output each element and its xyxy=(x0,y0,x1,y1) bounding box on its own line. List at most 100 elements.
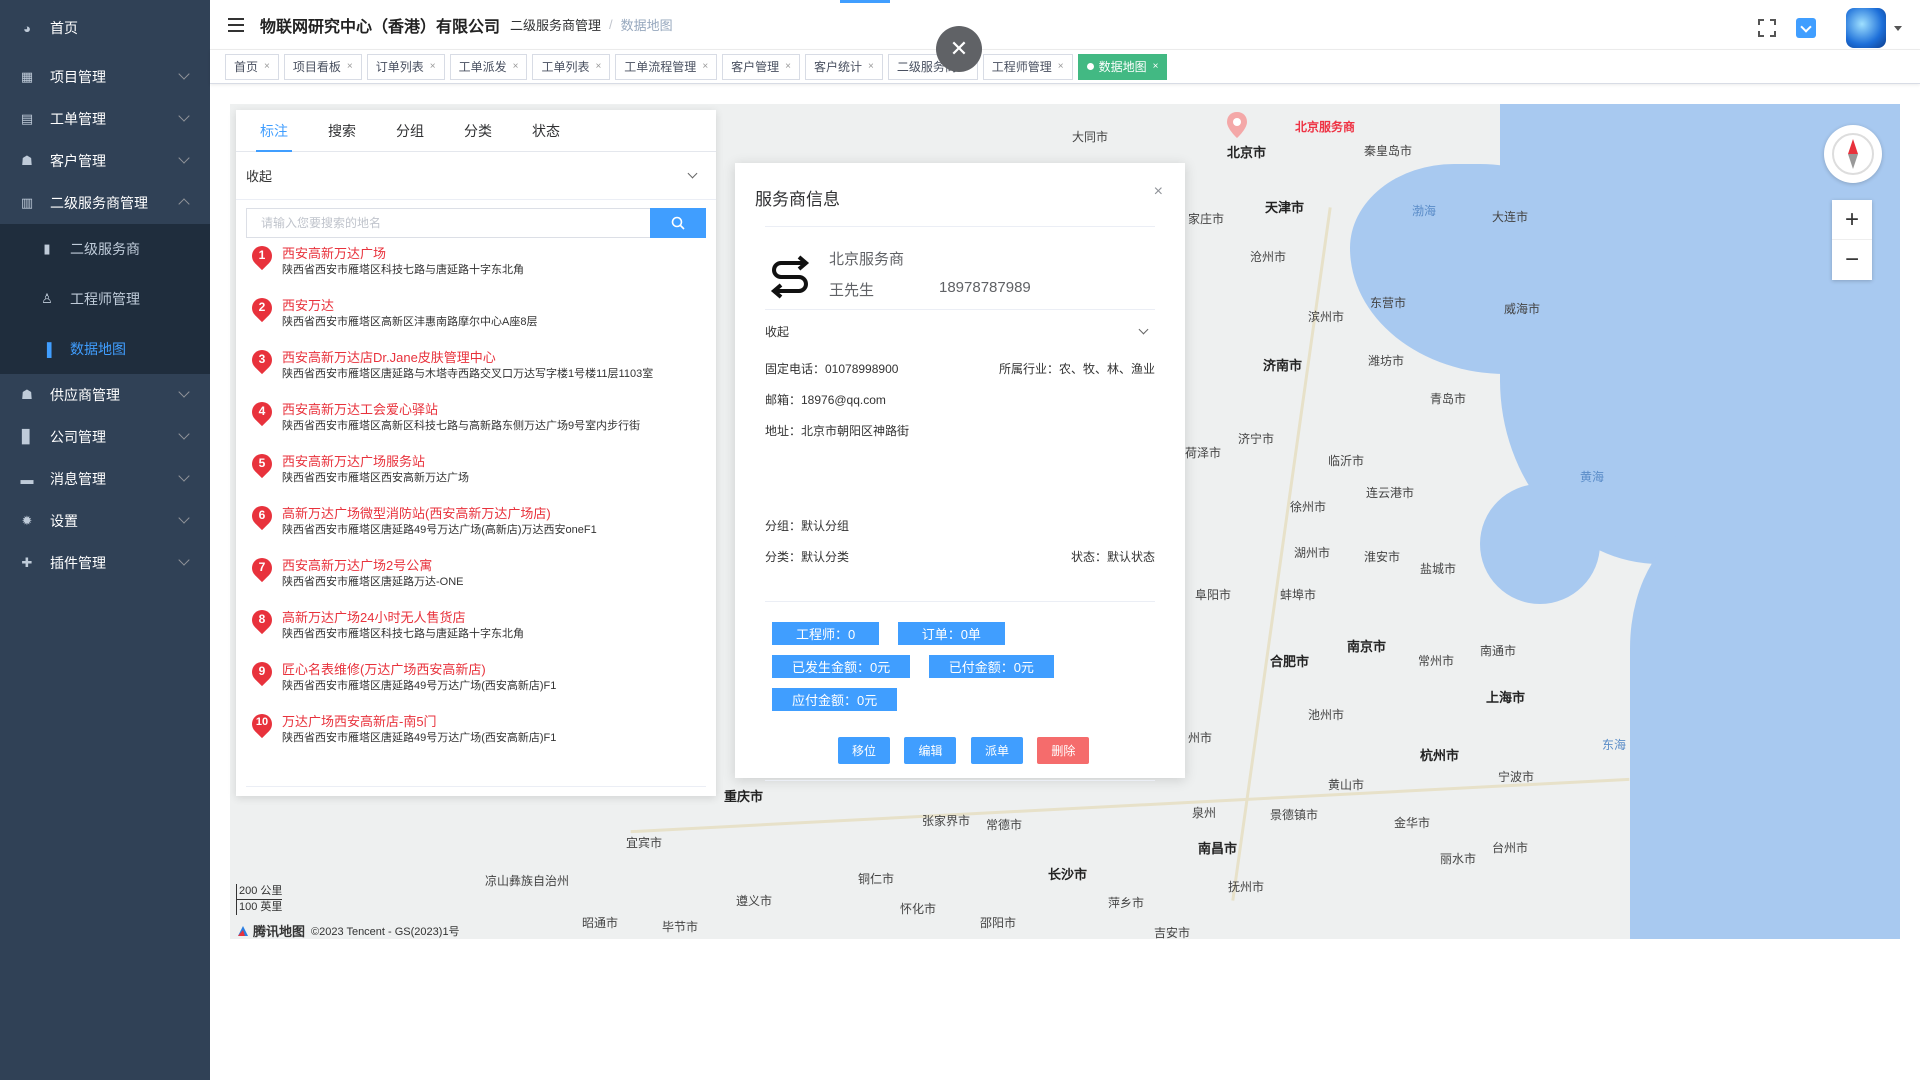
list-item[interactable]: 2 西安万达 陕西省西安市雁塔区高新区沣惠南路摩尔中心A座8层 xyxy=(247,293,706,346)
map-city: 宜宾市 xyxy=(626,836,663,850)
close-icon[interactable]: × xyxy=(264,61,270,72)
result-address: 陕西省西安市雁塔区唐延路万达-ONE xyxy=(282,576,464,588)
result-address: 陕西省西安市雁塔区唐延路49号万达广场(高新店)万达西安oneF1 xyxy=(282,524,597,536)
close-icon[interactable]: × xyxy=(1153,61,1159,72)
tab-ticket-flow[interactable]: 工单流程管理 × xyxy=(615,53,718,80)
sidebar-subitem-datamap[interactable]: ▐ 数据地图 xyxy=(0,324,210,374)
result-title[interactable]: 西安高新万达店Dr.Jane皮肤管理中心 xyxy=(282,350,653,366)
zoom-in-button[interactable]: + xyxy=(1832,200,1872,240)
tab-mark[interactable]: 标注 xyxy=(246,110,302,152)
provider-info-dialog: 服务商信息 × 北京服务商 王先生 18978787989 收起 固定电话：01… xyxy=(735,163,1185,781)
search-input[interactable] xyxy=(246,208,650,238)
map-city: 蚌埠市 xyxy=(1280,588,1317,602)
list-item[interactable]: 3 西安高新万达店Dr.Jane皮肤管理中心 陕西省西安市雁塔区唐延路与木塔寺西路交… xyxy=(247,345,706,398)
result-title[interactable]: 西安高新万达广场 xyxy=(282,246,524,262)
industry: 所属行业：农、牧、林、渔业 xyxy=(998,362,1155,376)
sidebar-item-settings[interactable]: ✹ 设置 xyxy=(0,500,210,542)
result-title[interactable]: 西安高新万达广场2号公寓 xyxy=(282,558,464,574)
sidebar-item-label: 公司管理 xyxy=(50,429,106,445)
list-item[interactable]: 6 高新万达广场微型消防站(西安高新万达广场店) 陕西省西安市雁塔区唐延路49号万达… xyxy=(247,501,706,554)
close-icon[interactable]: × xyxy=(868,61,874,72)
close-overlay-button[interactable]: ✕ xyxy=(936,26,982,72)
hamburger-icon[interactable] xyxy=(228,17,244,32)
sidebar-subitem-engineer[interactable]: ♙ 工程师管理 xyxy=(0,274,210,324)
breadcrumb-parent[interactable]: 二级服务商管理 xyxy=(510,15,601,34)
result-title[interactable]: 西安万达 xyxy=(282,298,537,314)
sidebar: ◕ 首页 ▦ 项目管理 ▤ 工单管理 ☗ 客户管理 ▥ 二级服务商管理 ▮ 二级… xyxy=(0,0,210,1080)
sidebar-item-supplier[interactable]: ☗ 供应商管理 xyxy=(0,374,210,416)
stat-orders: 订单：0单 xyxy=(897,622,1005,645)
sidebar-item-company[interactable]: ▊ 公司管理 xyxy=(0,416,210,458)
tab-group[interactable]: 分组 xyxy=(382,110,438,151)
close-icon[interactable]: × xyxy=(1058,61,1064,72)
result-title[interactable]: 高新万达广场24小时无人售货店 xyxy=(282,610,524,626)
delete-button[interactable]: 删除 xyxy=(1037,737,1090,764)
tab-home[interactable]: 首页 × xyxy=(225,53,279,80)
move-button[interactable]: 移位 xyxy=(838,737,891,764)
avatar[interactable] xyxy=(1846,8,1886,48)
tab-order-list[interactable]: 订单列表 × xyxy=(366,53,445,80)
map-city: 怀化市 xyxy=(900,902,937,916)
list-item[interactable]: 10 万达广场西安高新店-南5门 陕西省西安市雁塔区唐延路49号万达广场(西安高新店… xyxy=(247,709,706,762)
download-icon[interactable] xyxy=(1796,18,1816,38)
divider xyxy=(765,226,1155,227)
list-item[interactable]: 5 西安高新万达广场服务站 陕西省西安市雁塔区西安高新万达广场 xyxy=(247,449,706,502)
result-title[interactable]: 匠心名表维修(万达广场西安高新店) xyxy=(282,662,556,678)
list-item[interactable]: 1 西安高新万达广场 陕西省西安市雁塔区科技七路与唐延路十字东北角 xyxy=(247,241,706,294)
list-item[interactable]: 4 西安高新万达工会爱心驿站 陕西省西安市雁塔区高新区科技七路与高新路东侧万达广场9… xyxy=(247,397,706,450)
map-logo-text: 腾讯地图 xyxy=(253,924,306,939)
collapse-toggle[interactable]: 收起 xyxy=(755,310,1155,352)
sidebar-item-ticket[interactable]: ▤ 工单管理 xyxy=(0,98,210,140)
sidebar-item-home[interactable]: ◕ 首页 xyxy=(0,0,210,56)
close-icon[interactable]: × xyxy=(785,61,791,72)
compass-control[interactable] xyxy=(1824,125,1882,183)
close-icon[interactable]: × xyxy=(595,61,601,72)
tab-project-board[interactable]: 项目看板 × xyxy=(283,53,362,80)
sidebar-item-plugin[interactable]: ✚ 插件管理 xyxy=(0,542,210,584)
tab-datamap[interactable]: 数据地图 × xyxy=(1077,53,1168,80)
list-item[interactable]: 7 西安高新万达广场2号公寓 陕西省西安市雁塔区唐延路万达-ONE xyxy=(247,553,706,606)
map-city: 台州市 xyxy=(1492,841,1529,855)
tab-customer[interactable]: 客户管理 × xyxy=(722,53,801,80)
tab-search[interactable]: 搜索 xyxy=(314,110,370,151)
tab-ticket-list[interactable]: 工单列表 × xyxy=(532,53,611,80)
map-city: 宁波市 xyxy=(1498,770,1535,784)
list-item[interactable]: 9 匠心名表维修(万达广场西安高新店) 陕西省西安市雁塔区唐延路49号万达广场(西安… xyxy=(247,657,706,710)
close-icon[interactable]: × xyxy=(347,61,353,72)
edit-button[interactable]: 编辑 xyxy=(904,737,957,764)
tab-category[interactable]: 分类 xyxy=(450,110,506,151)
sidebar-item-customer[interactable]: ☗ 客户管理 xyxy=(0,140,210,182)
sidebar-item-label: 客户管理 xyxy=(50,153,106,169)
map-city: 大连市 xyxy=(1492,210,1529,224)
fullscreen-icon[interactable] xyxy=(1758,19,1776,37)
provider-marker-label[interactable]: 北京服务商 xyxy=(1295,118,1355,135)
result-title[interactable]: 西安高新万达广场服务站 xyxy=(282,454,469,470)
map-city: 沧州市 xyxy=(1250,250,1287,264)
sidebar-item-message[interactable]: ▬ 消息管理 xyxy=(0,458,210,500)
tab-engineer[interactable]: 工程师管理 × xyxy=(982,53,1073,80)
caret-down-icon[interactable] xyxy=(1894,25,1902,31)
sidebar-subitem-provider[interactable]: ▮ 二级服务商 xyxy=(0,224,210,274)
sidebar-item-project[interactable]: ▦ 项目管理 xyxy=(0,56,210,98)
close-icon[interactable]: × xyxy=(1154,183,1163,201)
result-title[interactable]: 高新万达广场微型消防站(西安高新万达广场店) xyxy=(282,506,597,522)
dispatch-button[interactable]: 派单 xyxy=(970,737,1023,764)
search-button[interactable] xyxy=(650,208,706,238)
sidebar-item-label: 消息管理 xyxy=(50,471,106,487)
list-item[interactable]: 8 高新万达广场24小时无人售货店 陕西省西安市雁塔区科技七路与唐延路十字东北角 xyxy=(247,605,706,658)
close-icon[interactable]: × xyxy=(513,61,519,72)
map-city: 潍坊市 xyxy=(1368,354,1405,368)
tab-status[interactable]: 状态 xyxy=(518,110,574,151)
map-city: 连云港市 xyxy=(1366,486,1415,500)
copyright-text: ©2023 Tencent - GS(2023)1号 xyxy=(311,925,460,938)
collapse-toggle[interactable]: 收起 xyxy=(236,152,716,200)
close-icon[interactable]: × xyxy=(702,61,708,72)
zoom-out-button[interactable]: − xyxy=(1832,240,1872,280)
sidebar-item-provider[interactable]: ▥ 二级服务商管理 xyxy=(0,182,210,224)
tab-ticket-dispatch[interactable]: 工单派发 × xyxy=(449,53,528,80)
close-icon[interactable]: × xyxy=(430,61,436,72)
result-title[interactable]: 万达广场西安高新店-南5门 xyxy=(282,714,556,730)
provider-marker-icon[interactable] xyxy=(1222,110,1252,140)
result-title[interactable]: 西安高新万达工会爱心驿站 xyxy=(282,402,640,418)
tab-customer-stats[interactable]: 客户统计 × xyxy=(805,53,883,80)
